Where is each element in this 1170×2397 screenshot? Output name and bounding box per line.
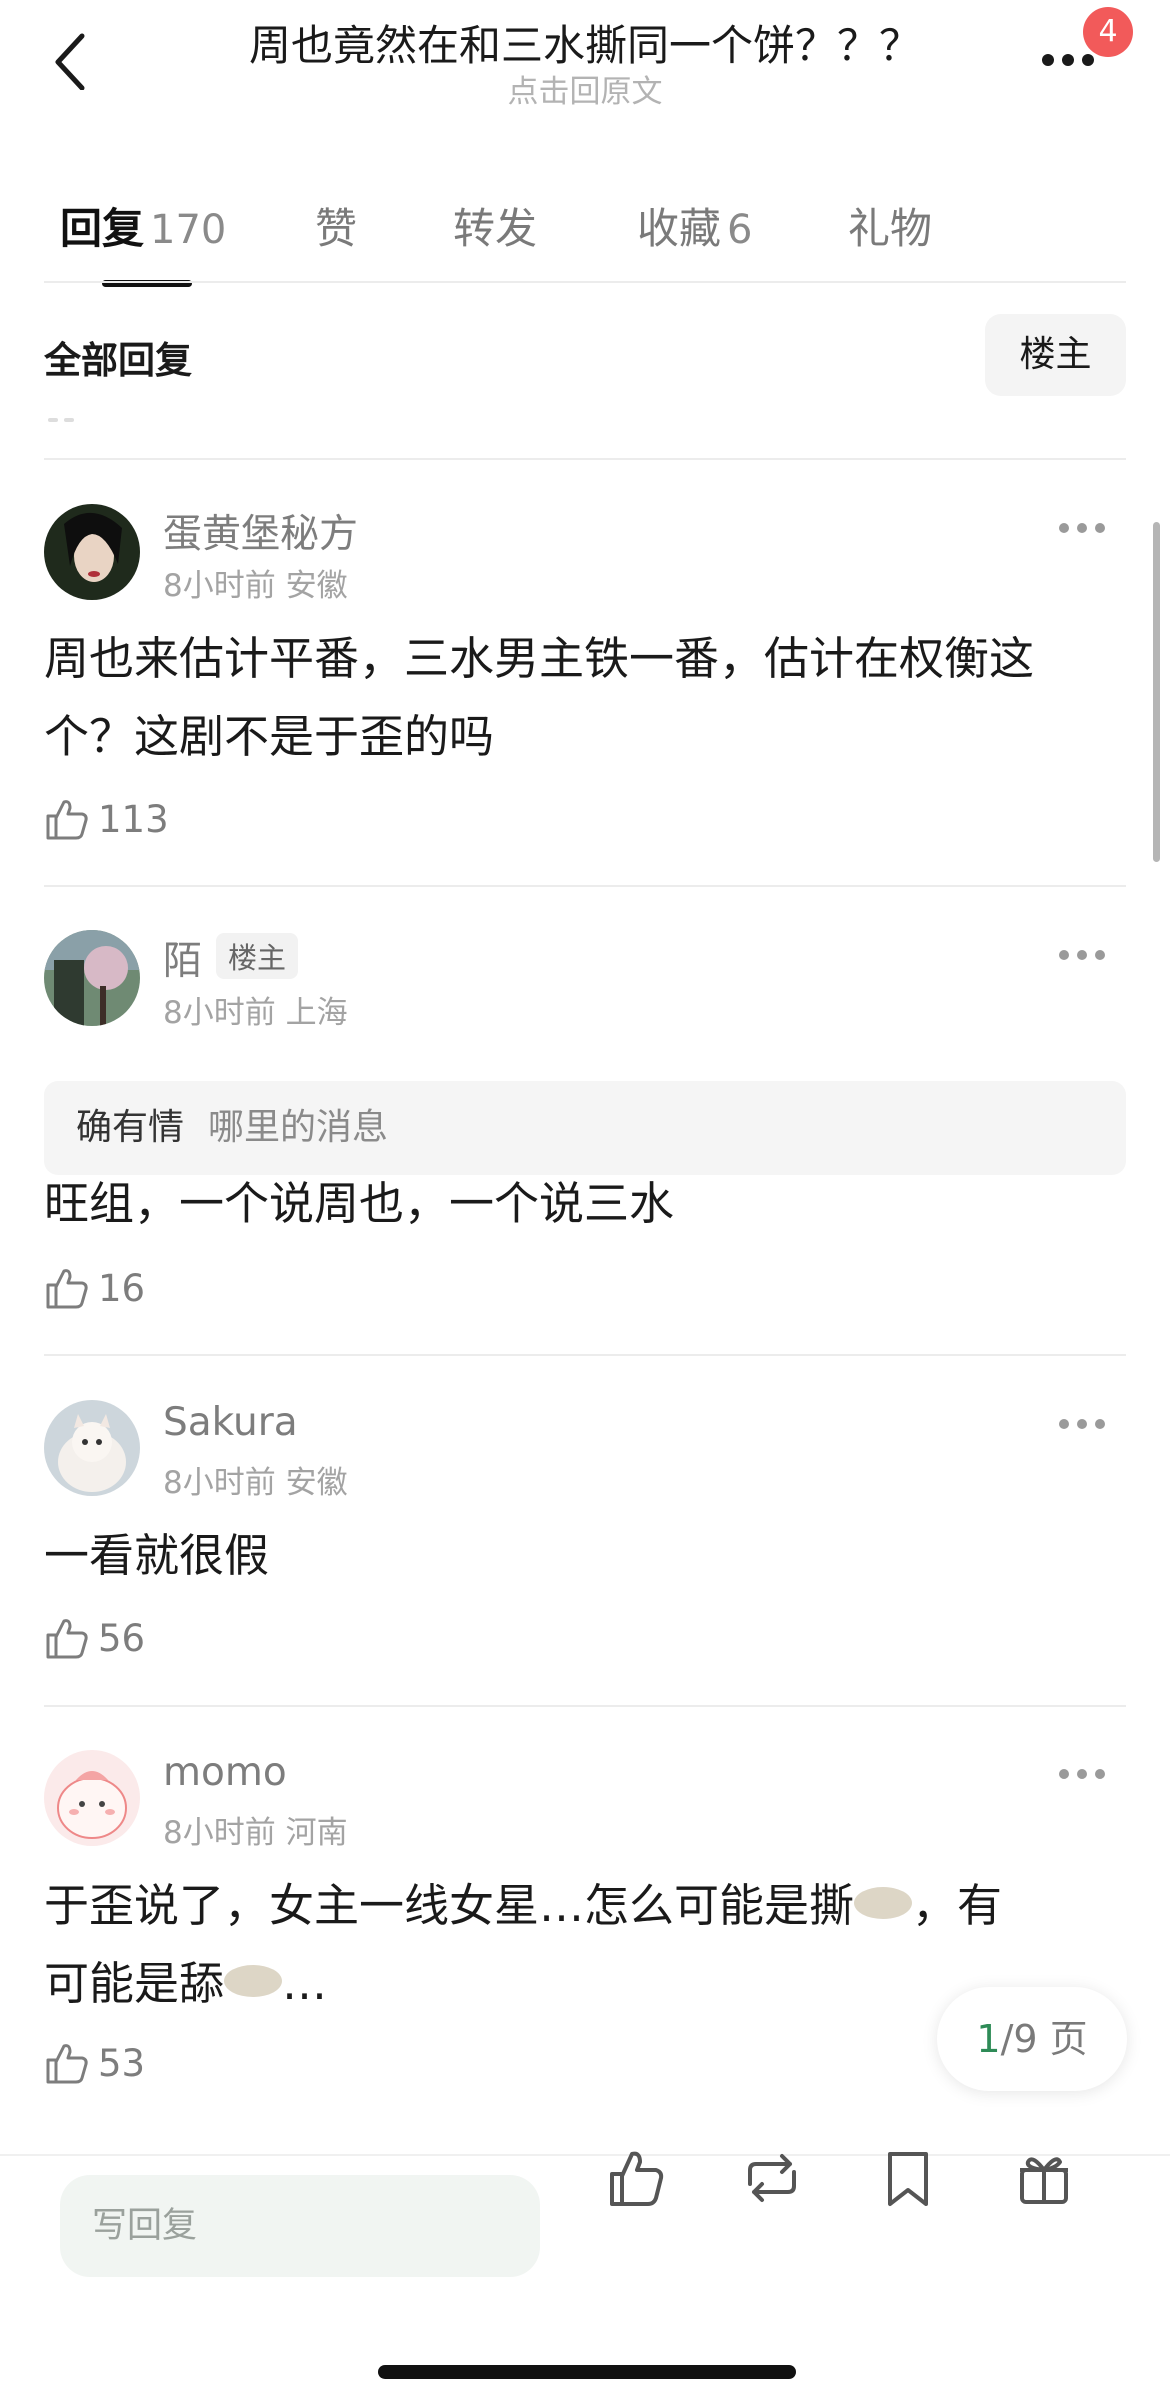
like-count: 113	[98, 798, 169, 841]
text-segment: ，有	[912, 1879, 1003, 1932]
username[interactable]: 蛋黄堡秘方	[163, 503, 358, 559]
like-count: 53	[98, 2042, 146, 2085]
comment-meta: 8小时前 上海	[163, 987, 348, 1032]
time: 8小时前	[163, 995, 276, 1031]
back-to-original-link[interactable]: 点击回原文	[150, 66, 1020, 111]
tab-favorites[interactable]: 收藏 6	[637, 195, 752, 256]
username[interactable]: 陌	[163, 930, 202, 986]
comment-text: 一看就很假	[44, 1517, 1134, 1595]
thumbs-up-icon	[46, 1269, 88, 1309]
tab-label: 回复	[60, 204, 145, 253]
tab-label: 赞	[315, 204, 358, 253]
scrollbar[interactable]	[1153, 522, 1160, 862]
comment-more-icon[interactable]	[1059, 1769, 1105, 1779]
tab-replies[interactable]: 回复 170	[60, 195, 226, 256]
bookmark-icon[interactable]	[876, 2146, 940, 2210]
divider	[44, 885, 1126, 887]
page-title[interactable]: 周也竟然在和三水撕同一个饼？？？	[150, 12, 1020, 73]
quoted-reply[interactable]: 确有情 哪里的消息	[44, 1081, 1126, 1175]
collapsed-indicator	[48, 418, 76, 422]
text-segment: 于歪说了，女主一线女星…怎么可能是撕	[44, 1879, 855, 1932]
divider	[44, 281, 1126, 283]
pancake-emoji-icon	[854, 1887, 913, 1919]
comment-meta: 8小时前 河南	[163, 1807, 348, 1852]
current-page: 1	[976, 2017, 1001, 2061]
divider	[44, 458, 1126, 460]
time: 8小时前	[163, 1465, 276, 1501]
comment-line: 旺组，一个说周也，一个说三水	[44, 1177, 675, 1230]
avatar[interactable]	[44, 504, 140, 600]
tab-gifts[interactable]: 礼物	[848, 195, 932, 256]
time: 8小时前	[163, 1815, 276, 1851]
location: 安徽	[285, 1465, 348, 1501]
time: 8小时前	[163, 568, 276, 604]
username[interactable]: momo	[163, 1750, 287, 1795]
quoted-text: 哪里的消息	[208, 1107, 389, 1148]
thumbs-up-icon	[46, 800, 88, 840]
comment-meta: 8小时前 安徽	[163, 1457, 348, 1502]
tab-label: 转发	[453, 204, 538, 253]
tab-count: 6	[727, 207, 753, 253]
text-segment: …	[282, 1957, 328, 2010]
thumbs-up-icon	[46, 1619, 88, 1659]
location: 上海	[285, 995, 348, 1031]
like-count: 16	[98, 1267, 146, 1310]
comment-more-icon[interactable]	[1059, 523, 1105, 533]
comment-more-icon[interactable]	[1059, 950, 1105, 960]
tab-reposts[interactable]: 转发	[453, 195, 537, 256]
tab-likes[interactable]: 赞	[315, 195, 357, 256]
thumbs-up-icon	[46, 2044, 88, 2084]
divider	[44, 1705, 1126, 1707]
comment-meta: 8小时前 安徽	[163, 560, 348, 605]
avatar[interactable]	[44, 1750, 140, 1846]
tab-label: 收藏	[637, 204, 722, 253]
comment-line: 于歪说了，女主一线女星…怎么可能是撕 ，有	[44, 1867, 1134, 1945]
comment-line: 一看就很假	[44, 1529, 270, 1582]
tab-count: 170	[150, 207, 227, 253]
location: 河南	[285, 1815, 348, 1851]
reply-input[interactable]: 写回复	[60, 2175, 540, 2277]
divider	[44, 1354, 1126, 1356]
pancake-emoji-icon	[224, 1965, 283, 1997]
like-button[interactable]: 16	[44, 1265, 244, 1315]
like-count: 56	[98, 1617, 146, 1660]
like-button[interactable]: 113	[44, 796, 244, 846]
comment-text: 周也来估计平番，三水男主铁一番，估计在权衡这 个？这剧不是于歪的吗	[44, 620, 1134, 776]
gift-icon[interactable]	[1012, 2146, 1076, 2210]
back-icon[interactable]	[44, 30, 104, 90]
comment-more-icon[interactable]	[1059, 1419, 1105, 1429]
avatar[interactable]	[44, 1400, 140, 1496]
text-segment: 可能是舔	[44, 1957, 225, 2010]
all-replies-label: 全部回复	[44, 339, 192, 382]
quoted-user: 确有情	[76, 1107, 185, 1148]
repost-icon[interactable]	[740, 2146, 804, 2210]
home-indicator[interactable]	[378, 2365, 796, 2379]
total-pages: /9 页	[1000, 2017, 1088, 2061]
comment-line: 周也来估计平番，三水男主铁一番，估计在权衡这	[44, 632, 1035, 685]
comment-text: 旺组，一个说周也，一个说三水	[44, 1165, 1134, 1243]
thumbs-up-icon[interactable]	[604, 2146, 668, 2210]
like-button[interactable]: 56	[44, 1615, 244, 1665]
host-badge: 楼主	[216, 933, 299, 979]
location: 安徽	[285, 568, 348, 604]
comment-line: 个？这剧不是于歪的吗	[44, 710, 495, 763]
host-only-button[interactable]: 楼主	[985, 314, 1126, 396]
tab-label: 礼物	[848, 204, 933, 253]
notification-badge: 4	[1083, 7, 1133, 57]
like-button[interactable]: 53	[44, 2040, 244, 2090]
page-indicator[interactable]: 1/9 页	[937, 1987, 1127, 2091]
avatar[interactable]	[44, 930, 140, 1026]
username[interactable]: Sakura	[163, 1400, 298, 1445]
